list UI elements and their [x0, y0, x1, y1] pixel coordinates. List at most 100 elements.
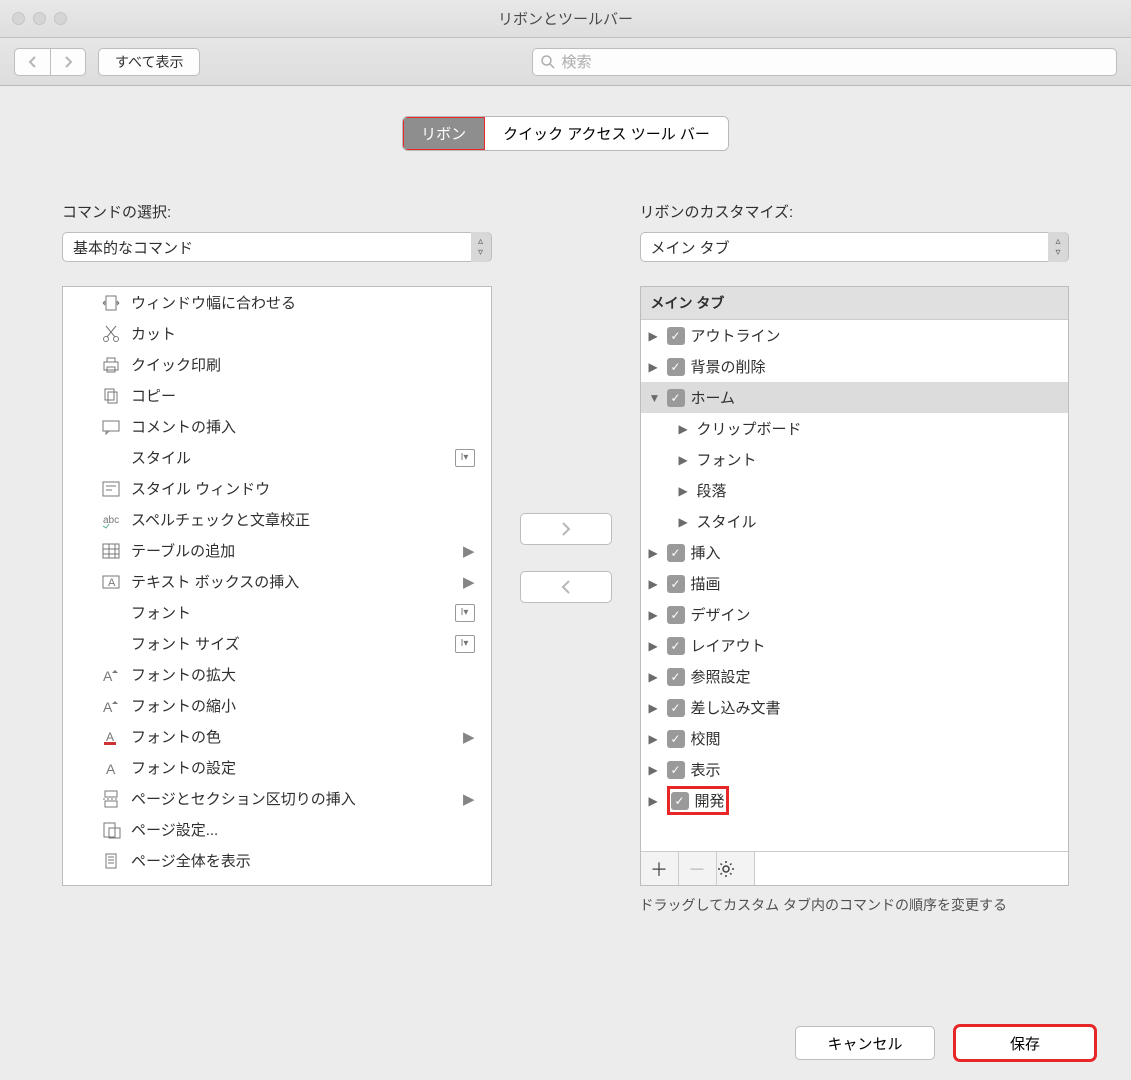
command-item[interactable]: フォント サイズI▾ — [63, 628, 491, 659]
checkbox[interactable]: ✓ — [667, 544, 685, 562]
checkbox[interactable]: ✓ — [667, 389, 685, 407]
disclosure-icon[interactable]: ▶ — [649, 577, 667, 591]
checkbox[interactable]: ✓ — [667, 637, 685, 655]
disclosure-icon[interactable]: ▶ — [679, 484, 697, 498]
tree-item[interactable]: ▶✓ 参照設定 — [641, 661, 1069, 692]
tree-label: 開発 — [695, 790, 725, 811]
disclosure-icon[interactable]: ▶ — [679, 515, 697, 529]
modifier-icon: I▾ — [455, 604, 475, 622]
forward-button[interactable] — [50, 48, 86, 76]
disclosure-icon[interactable]: ▶ — [649, 732, 667, 746]
svg-text:A: A — [103, 699, 113, 715]
remove-button[interactable] — [520, 571, 612, 603]
save-button[interactable]: 保存 — [955, 1026, 1095, 1060]
ribbon-column: リボンのカスタマイズ: メイン タブ ▵▿ メイン タブ ▶✓アウトライン▶✓背… — [640, 201, 1070, 916]
disclosure-icon[interactable]: ▶ — [679, 422, 697, 436]
command-item[interactable]: ページとセクション区切りの挿入▶ — [63, 783, 491, 814]
search-input[interactable]: 検索 — [532, 48, 1117, 76]
tree-item[interactable]: ▶段落 — [641, 475, 1069, 506]
tree-item[interactable]: ▶ ✓ 開発 — [641, 785, 1069, 816]
command-label: スタイル ウィンドウ — [131, 478, 270, 499]
disclosure-icon[interactable]: ▶ — [649, 763, 667, 777]
command-item[interactable]: ページ全体を表示 — [63, 845, 491, 876]
tree-item[interactable]: ▶✓校閲 — [641, 723, 1069, 754]
tab-ribbon[interactable]: リボン — [403, 117, 485, 150]
tree-label: 段落 — [697, 480, 727, 501]
copy-icon — [99, 385, 123, 407]
checkbox[interactable]: ✓ — [667, 575, 685, 593]
command-item[interactable]: Aテキスト ボックスの挿入▶ — [63, 566, 491, 597]
back-button[interactable] — [14, 48, 50, 76]
tree-item[interactable]: ▶✓ 背景の削除 — [641, 351, 1069, 382]
disclosure-icon[interactable]: ▶ — [649, 794, 667, 808]
disclosure-icon[interactable]: ▶ — [649, 360, 667, 374]
disclosure-icon[interactable]: ▶ — [649, 701, 667, 715]
command-item[interactable]: カット — [63, 318, 491, 349]
toolbar: すべて表示 検索 — [0, 38, 1131, 86]
tree-item[interactable]: ▶✓デザイン — [641, 599, 1069, 630]
command-label: コピー — [131, 385, 176, 406]
command-item[interactable]: コピー — [63, 380, 491, 411]
textbox-icon: A — [99, 571, 123, 593]
checkbox[interactable]: ✓ — [667, 358, 685, 376]
checkbox[interactable]: ✓ — [671, 792, 689, 810]
disclosure-icon[interactable]: ▶ — [649, 639, 667, 653]
add-button[interactable] — [520, 513, 612, 545]
checkbox[interactable]: ✓ — [667, 761, 685, 779]
svg-text:A: A — [103, 668, 113, 684]
disclosure-icon[interactable]: ▶ — [649, 608, 667, 622]
tree-label: 差し込み文書 — [691, 697, 781, 718]
tree-item[interactable]: ▶✓アウトライン — [641, 320, 1069, 351]
command-item[interactable]: abcスペルチェックと文章校正 — [63, 504, 491, 535]
tree-item[interactable]: ▶✓描画 — [641, 568, 1069, 599]
command-item[interactable]: フォントI▾ — [63, 597, 491, 628]
tree-item[interactable]: ▶クリップボード — [641, 413, 1069, 444]
command-item[interactable]: ページ設定... — [63, 814, 491, 845]
stepper-icon: ▵▿ — [471, 232, 491, 262]
settings-button[interactable] — [717, 852, 755, 885]
chevron-left-icon — [28, 56, 38, 68]
table-icon — [99, 540, 123, 562]
disclosure-icon[interactable]: ▶ — [649, 670, 667, 684]
command-item[interactable]: Aフォントの色▶ — [63, 721, 491, 752]
tree-label: 参照設定 — [691, 666, 751, 687]
tree-label: 背景の削除 — [691, 356, 766, 377]
ribbon-tree[interactable]: メイン タブ ▶✓アウトライン▶✓背景の削除▼✓ホーム▶クリップボード▶フォント… — [640, 286, 1070, 886]
command-item[interactable]: スタイルI▾ — [63, 442, 491, 473]
tree-item[interactable]: ▶✓ 差し込み文書 — [641, 692, 1069, 723]
tree-label: 表示 — [691, 759, 721, 780]
disclosure-icon[interactable]: ▼ — [649, 391, 667, 405]
command-item[interactable]: クイック印刷 — [63, 349, 491, 380]
command-item[interactable]: コメントの挿入 — [63, 411, 491, 442]
show-all-button[interactable]: すべて表示 — [98, 48, 200, 76]
command-item[interactable]: Aフォントの設定 — [63, 752, 491, 783]
checkbox[interactable]: ✓ — [667, 699, 685, 717]
add-tab-button[interactable]: ＋ — [641, 852, 679, 885]
remove-tab-button[interactable]: － — [679, 852, 717, 885]
command-item[interactable]: Aフォントの縮小 — [63, 690, 491, 721]
disclosure-icon[interactable]: ▶ — [649, 546, 667, 560]
tab-qat[interactable]: クイック アクセス ツール バー — [485, 117, 728, 150]
tree-item[interactable]: ▶スタイル — [641, 506, 1069, 537]
checkbox[interactable]: ✓ — [667, 668, 685, 686]
ribbon-select[interactable]: メイン タブ ▵▿ — [640, 232, 1070, 262]
command-item[interactable]: テーブルの追加▶ — [63, 535, 491, 566]
cancel-button[interactable]: キャンセル — [795, 1026, 935, 1060]
command-item[interactable]: ウィンドウ幅に合わせる — [63, 287, 491, 318]
disclosure-icon[interactable]: ▶ — [649, 329, 667, 343]
command-item[interactable]: スタイル ウィンドウ — [63, 473, 491, 504]
checkbox[interactable]: ✓ — [667, 327, 685, 345]
tree-item[interactable]: ▶✓挿入 — [641, 537, 1069, 568]
checkbox[interactable]: ✓ — [667, 730, 685, 748]
tree-item[interactable]: ▶✓ 表示 — [641, 754, 1069, 785]
titlebar: リボンとツールバー — [0, 0, 1131, 38]
disclosure-icon[interactable]: ▶ — [679, 453, 697, 467]
commands-list[interactable]: ウィンドウ幅に合わせるカットクイック印刷コピーコメントの挿入スタイルI▾ スタイル… — [62, 286, 492, 886]
command-item[interactable]: Aフォントの拡大 — [63, 659, 491, 690]
tree-item[interactable]: ▼✓ホーム — [641, 382, 1069, 413]
command-label: カット — [131, 323, 176, 344]
tree-item[interactable]: ▶✓レイアウト — [641, 630, 1069, 661]
checkbox[interactable]: ✓ — [667, 606, 685, 624]
tree-item[interactable]: ▶フォント — [641, 444, 1069, 475]
commands-select[interactable]: 基本的なコマンド ▵▿ — [62, 232, 492, 262]
